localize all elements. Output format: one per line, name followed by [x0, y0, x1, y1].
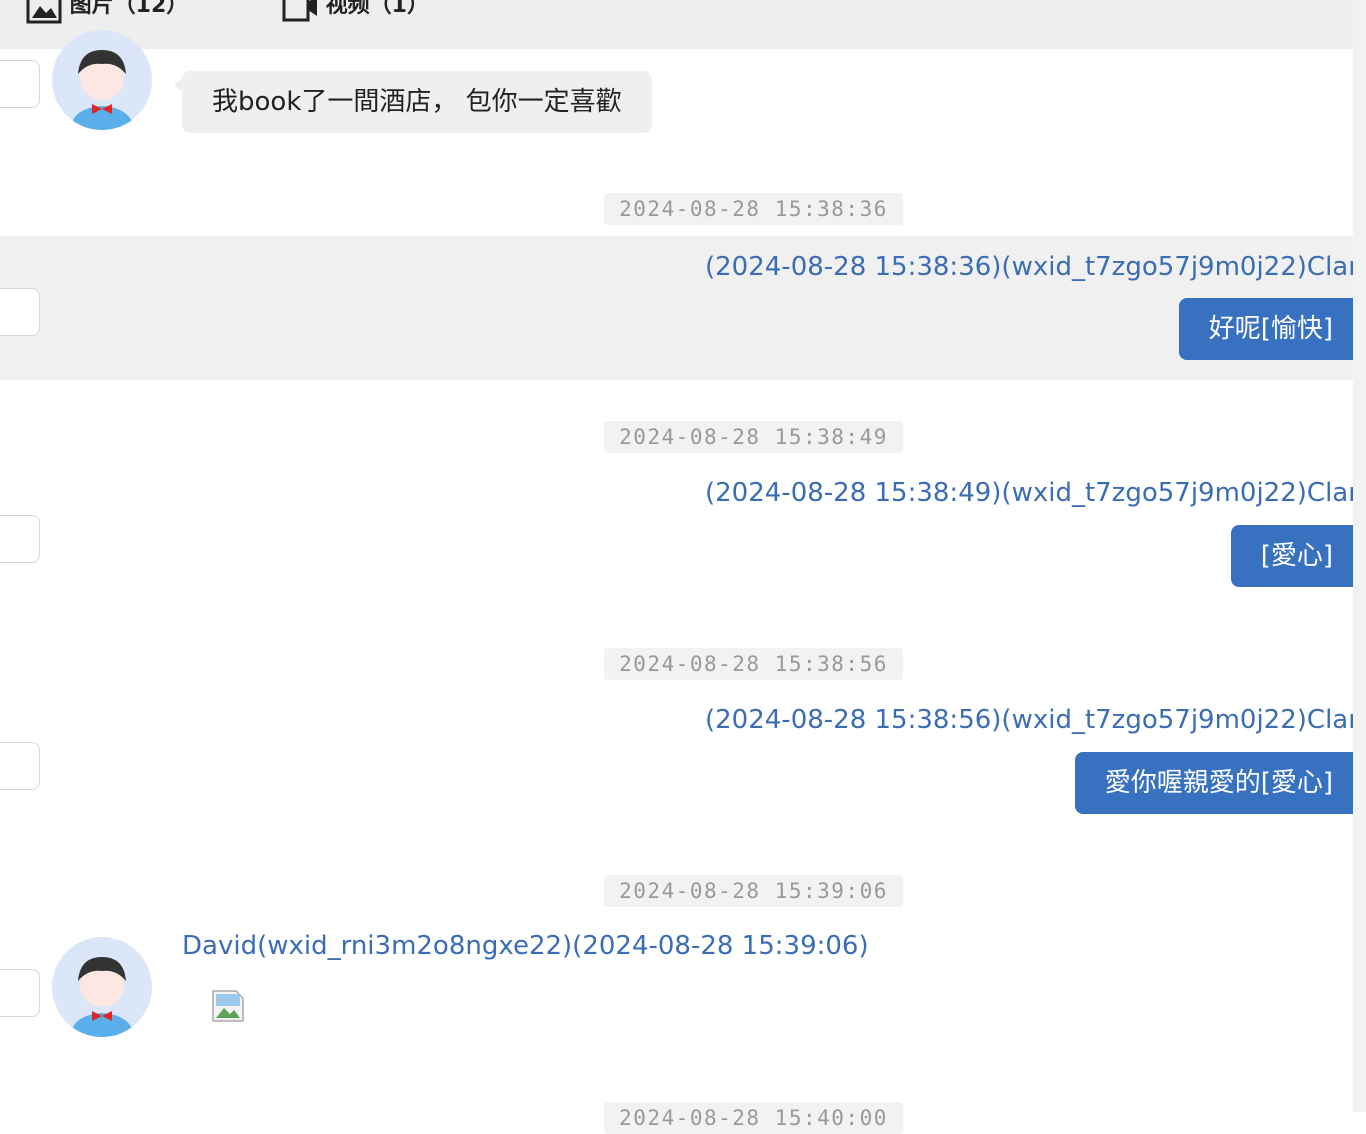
message-timestamp: 2024-08-28 15:38:56 [604, 648, 903, 680]
tab-videos[interactable]: 视频（1） [282, 0, 429, 24]
message-sender-info[interactable]: (2024-08-28 15:38:36)(wxid_t7zgo57j9m0j2… [705, 252, 1353, 282]
image-icon [26, 0, 70, 24]
message-timestamp: 2024-08-28 15:39:06 [604, 875, 903, 907]
message-select-checkbox[interactable] [0, 60, 40, 108]
tab-videos-label: 视频（1） [325, 0, 429, 18]
message-bubble: 我book了一間酒店， 包你一定喜歡 [174, 71, 652, 133]
tab-images[interactable]: 图片（12） [26, 0, 188, 24]
message-select-checkbox[interactable] [0, 742, 40, 790]
message-bubble: [愛心] [1230, 525, 1353, 587]
message-sender-info[interactable]: (2024-08-28 15:38:56)(wxid_t7zgo57j9m0j2… [705, 705, 1353, 735]
broken-image-icon[interactable] [212, 990, 244, 1022]
avatar [52, 30, 152, 130]
message-timestamp: 2024-08-28 15:38:49 [604, 421, 903, 453]
message-select-checkbox[interactable] [0, 288, 40, 336]
message-timestamp: 2024-08-28 15:40:00 [604, 1102, 903, 1134]
video-icon [282, 0, 326, 22]
message-bubble: 好呢[愉快] [1178, 298, 1353, 360]
message-timestamp: 2024-08-28 15:38:36 [604, 193, 903, 225]
avatar [52, 937, 152, 1037]
scrollbar[interactable] [1353, 0, 1366, 1112]
message-select-checkbox[interactable] [0, 969, 40, 1017]
message-bubble: 愛你喔親愛的[愛心] [1074, 752, 1353, 814]
tab-images-label: 图片（12） [69, 0, 189, 18]
message-sender-info[interactable]: (2024-08-28 15:38:49)(wxid_t7zgo57j9m0j2… [705, 478, 1353, 508]
media-tab-bar: 图片（12） 视频（1） [0, 0, 1353, 49]
message-sender-info[interactable]: David(wxid_rni3m2o8ngxe22)(2024-08-28 15… [182, 931, 869, 961]
message-select-checkbox[interactable] [0, 515, 40, 563]
